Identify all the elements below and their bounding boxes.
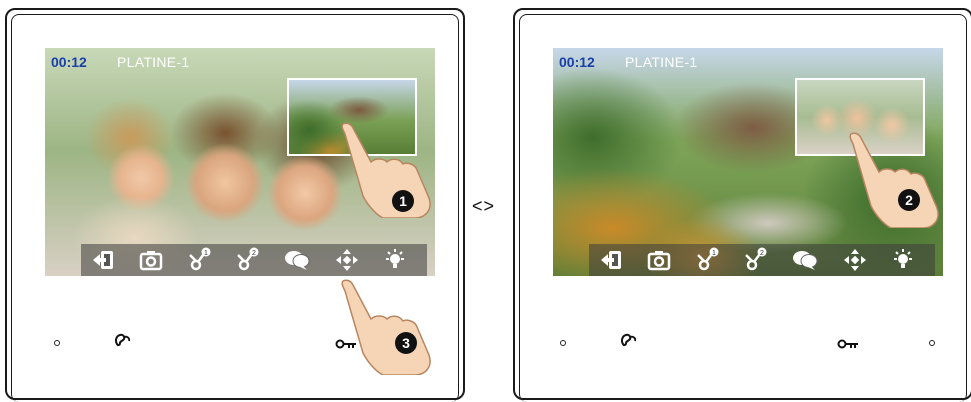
monitor-right: 00:12 PLATINE-1 1 2 2: [513, 8, 971, 402]
power-led-icon: [560, 340, 566, 346]
light-button[interactable]: [889, 246, 917, 274]
toolbar: 1 2: [81, 244, 427, 276]
unlock-1-icon: 1: [697, 247, 719, 271]
lock-1-badge: 1: [712, 250, 716, 257]
call-timer: 00:12: [559, 54, 595, 70]
unlock-1-button[interactable]: 1: [693, 246, 721, 274]
comparison-separator: <>: [472, 196, 496, 216]
toolbar: 1 2: [589, 244, 935, 276]
talk-hardware-icon[interactable]: [620, 332, 638, 348]
chat-icon: [285, 251, 310, 270]
main-video-feed[interactable]: 00:12 PLATINE-1 1 2: [553, 48, 943, 276]
unlock-1-icon: 1: [189, 247, 211, 271]
lock-2-badge: 2: [252, 250, 256, 257]
pip-video-window[interactable]: [287, 78, 417, 156]
call-timer: 00:12: [51, 54, 87, 70]
camera-icon: [647, 251, 671, 271]
main-video-feed[interactable]: 00:12 PLATINE-1 1 2: [45, 48, 435, 276]
chat-icon: [793, 251, 818, 270]
hand-pointer-icon: [849, 132, 939, 228]
unlock-2-icon: 2: [237, 247, 259, 271]
move-button[interactable]: [841, 246, 869, 274]
unlock-2-icon: 2: [745, 247, 767, 271]
move-icon: [844, 249, 866, 271]
exit-icon: [93, 251, 113, 269]
talk-hardware-icon[interactable]: [114, 332, 132, 348]
exit-icon: [601, 251, 621, 269]
exit-button[interactable]: [89, 246, 117, 274]
monitor-left: 00:12 PLATINE-1 1 2 1 3: [5, 8, 465, 402]
talk-button[interactable]: [791, 246, 819, 274]
hand-pointer-icon: [341, 279, 431, 375]
camera-icon: [139, 251, 163, 271]
light-icon: [386, 249, 404, 268]
lock-2-badge: 2: [760, 250, 764, 257]
channel-name: PLATINE-1: [117, 54, 190, 70]
unlock-2-button[interactable]: 2: [233, 246, 261, 274]
exit-button[interactable]: [597, 246, 625, 274]
light-button[interactable]: [381, 246, 409, 274]
snapshot-button[interactable]: [137, 246, 165, 274]
unlock-1-button[interactable]: 1: [185, 246, 213, 274]
status-led-icon: [929, 340, 935, 346]
step-3-badge: 3: [395, 332, 417, 354]
snapshot-button[interactable]: [645, 246, 673, 274]
key-icon[interactable]: [837, 338, 859, 350]
step-1-badge: 1: [392, 190, 414, 212]
channel-name: PLATINE-1: [625, 54, 698, 70]
unlock-2-button[interactable]: 2: [741, 246, 769, 274]
light-icon: [894, 249, 912, 268]
pip-video-window[interactable]: [795, 78, 925, 156]
step-2-badge: 2: [898, 189, 920, 211]
key-icon[interactable]: [335, 338, 357, 350]
lock-1-badge: 1: [204, 250, 208, 257]
move-icon: [336, 249, 358, 271]
talk-button[interactable]: [283, 246, 311, 274]
hand-pointer-icon: [341, 122, 431, 218]
power-led-icon: [54, 340, 60, 346]
move-button[interactable]: [333, 246, 361, 274]
